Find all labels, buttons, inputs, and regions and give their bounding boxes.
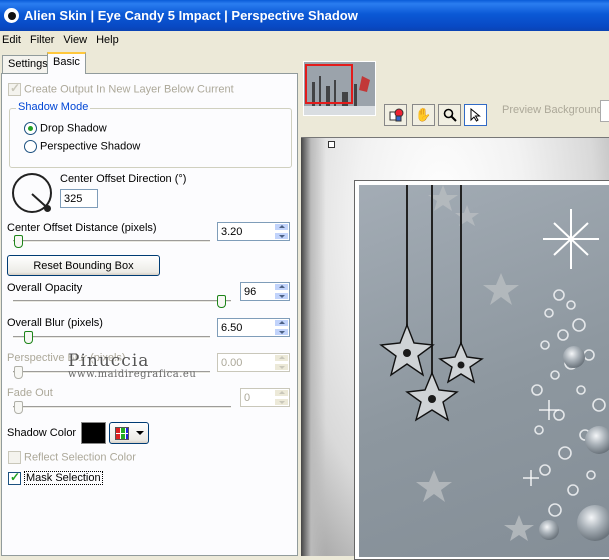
reflect-selection-color-checkbox: [8, 451, 21, 464]
overall-opacity-thumb[interactable]: [217, 295, 226, 308]
watermark: Pinuccia www.maidiregrafica.eu: [68, 351, 196, 380]
center-offset-direction-value: 325: [64, 192, 83, 205]
shadow-mode-legend: Shadow Mode: [16, 101, 91, 113]
mask-selection-label: Mask Selection: [24, 471, 103, 486]
drop-shadow-label: Drop Shadow: [40, 122, 107, 135]
perspective-blur-value: 0.00: [221, 356, 243, 369]
overall-opacity-input[interactable]: 96: [240, 282, 290, 301]
controls-panel: Settings Basic ✓ Create Output In New Lay…: [0, 49, 301, 556]
perspective-blur-up-button: [274, 354, 289, 362]
preview-toggle-button[interactable]: [384, 104, 407, 126]
menu-bar: Edit Filter View Help: [0, 31, 609, 49]
preview-background-select[interactable]: [600, 100, 609, 122]
menu-edit[interactable]: Edit: [0, 34, 26, 46]
drop-shadow-option[interactable]: Drop Shadow: [24, 122, 107, 135]
preview-image-frame: [354, 180, 609, 560]
center-offset-distance-value: 3.20: [221, 225, 243, 238]
reflect-selection-color-option: Reflect Selection Color: [8, 451, 136, 464]
perspective-shadow-label: Perspective Shadow: [40, 140, 141, 153]
ornament-artwork: [379, 185, 609, 541]
zoom-tool-button[interactable]: [438, 104, 461, 126]
create-output-label: Create Output In New Layer Below Current: [24, 83, 234, 96]
pointer-tool-button[interactable]: [464, 104, 487, 126]
tab-settings[interactable]: Settings: [2, 55, 54, 74]
perspective-shadow-radio[interactable]: [24, 140, 37, 153]
direction-dial[interactable]: [12, 173, 52, 213]
menu-help[interactable]: Help: [92, 34, 124, 46]
overall-blur-up-button[interactable]: [274, 319, 289, 327]
overall-opacity-value: 96: [244, 285, 257, 298]
reflect-selection-color-label: Reflect Selection Color: [24, 451, 136, 464]
menu-view[interactable]: View: [59, 34, 92, 46]
center-offset-distance-label: Center Offset Distance (pixels): [7, 222, 157, 234]
center-offset-direction-input[interactable]: 325: [60, 189, 98, 208]
title-bar: Alien Skin | Eye Candy 5 Impact | Perspe…: [0, 0, 609, 31]
overall-blur-down-button[interactable]: [274, 328, 289, 336]
center-offset-direction-label: Center Offset Direction (°): [60, 173, 187, 185]
center-offset-distance-input[interactable]: 3.20: [217, 222, 290, 241]
overall-blur-track[interactable]: [13, 336, 210, 339]
watermark-url: www.maidiregrafica.eu: [68, 369, 197, 380]
bounding-box-handle[interactable]: [328, 141, 335, 148]
overall-opacity-label: Overall Opacity: [7, 282, 83, 294]
palette-grid-icon: [115, 427, 129, 440]
shadow-color-label: Shadow Color: [7, 427, 77, 439]
fade-out-up-button: [274, 389, 289, 397]
zoom-icon: [443, 108, 457, 122]
fade-out-thumb: [14, 401, 23, 414]
drop-shadow-radio[interactable]: [24, 122, 37, 135]
navigator-viewport-rect[interactable]: [305, 64, 353, 104]
overall-opacity-track[interactable]: [13, 300, 231, 303]
chevron-down-icon: [136, 431, 144, 435]
perspective-blur-down-button: [274, 363, 289, 371]
create-output-option: ✓ Create Output In New Layer Below Curren…: [8, 81, 234, 96]
mask-selection-option[interactable]: ✓ Mask Selection: [8, 470, 103, 486]
center-offset-distance-track[interactable]: [13, 240, 210, 243]
shadow-color-swatch[interactable]: [80, 421, 107, 445]
dial-knob[interactable]: [44, 205, 51, 212]
center-offset-distance-thumb[interactable]: [14, 235, 23, 248]
fade-out-input: 0: [240, 388, 290, 407]
hand-tool-button[interactable]: ✋: [412, 104, 435, 126]
overall-blur-value: 6.50: [221, 321, 243, 334]
color-palette-button[interactable]: [109, 422, 149, 444]
shadow-mode-group: Shadow Mode Drop Shadow Perspective Shad…: [9, 101, 292, 168]
preview-image: [359, 185, 609, 557]
app-icon[interactable]: [4, 8, 19, 23]
window-title: Alien Skin | Eye Candy 5 Impact | Perspe…: [24, 8, 358, 23]
perspective-shadow-option[interactable]: Perspective Shadow: [24, 140, 140, 153]
menu-filter[interactable]: Filter: [26, 34, 59, 46]
perspective-blur-thumb: [14, 366, 23, 379]
preview-canvas[interactable]: [301, 137, 609, 560]
watermark-name: Pinuccia: [68, 351, 150, 371]
overall-blur-thumb[interactable]: [24, 331, 33, 344]
fade-out-label: Fade Out: [7, 387, 53, 399]
center-offset-distance-down-button[interactable]: [274, 232, 289, 240]
pointer-icon: [470, 108, 481, 122]
overall-opacity-up-button[interactable]: [274, 283, 289, 291]
overall-opacity-down-button[interactable]: [274, 292, 289, 300]
center-offset-distance-up-button[interactable]: [274, 223, 289, 231]
navigator-thumbnail[interactable]: [303, 61, 376, 116]
hand-icon: ✋: [415, 107, 432, 122]
tab-basic[interactable]: Basic: [47, 52, 86, 74]
fade-out-down-button: [274, 398, 289, 406]
overall-blur-label: Overall Blur (pixels): [7, 317, 103, 329]
create-output-checkbox[interactable]: ✓: [8, 81, 21, 96]
overall-blur-input[interactable]: 6.50: [217, 318, 290, 337]
mask-selection-checkbox[interactable]: ✓: [8, 470, 21, 485]
compare-icon: [389, 108, 403, 122]
basic-tab-body: ✓ Create Output In New Layer Below Curren…: [1, 73, 298, 556]
fade-out-value: 0: [244, 391, 251, 404]
perspective-blur-input: 0.00: [217, 353, 290, 372]
preview-background-label: Preview Background:: [502, 104, 606, 116]
preview-panel: ✋ Preview Background:: [301, 49, 609, 560]
reset-bounding-box-button[interactable]: Reset Bounding Box: [7, 255, 160, 276]
fade-out-track: [13, 406, 231, 409]
